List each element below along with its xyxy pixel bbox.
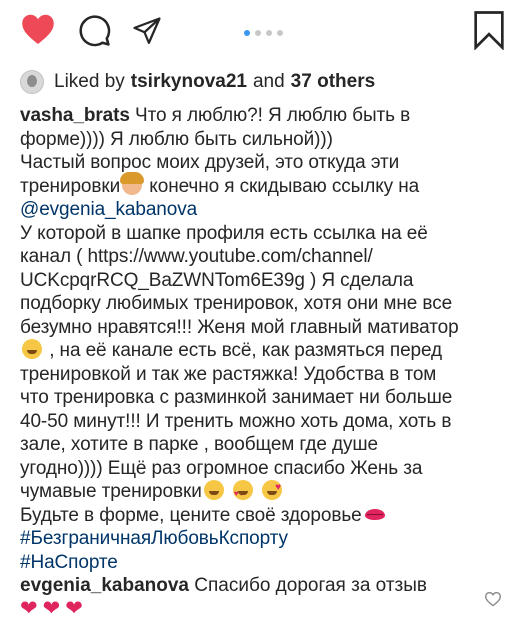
like-button[interactable] <box>20 12 56 51</box>
face-blowing-kiss-emoji-icon <box>262 476 283 500</box>
hashtag-link[interactable]: #НаСпорте <box>20 551 508 575</box>
mention-link[interactable]: @evgenia_kabanova <box>20 198 508 222</box>
caption-text: Будьте в форме, цените своё здоровье <box>20 504 362 526</box>
heart-filled-icon <box>22 14 54 44</box>
avatar[interactable] <box>20 70 44 94</box>
carousel-dot-active <box>244 30 250 36</box>
grinning-face-emoji-icon <box>203 480 224 500</box>
likes-others-count[interactable]: 37 others <box>291 71 375 93</box>
hugging-face-emoji-icon <box>22 339 42 359</box>
caption-text: У которой в шапке профиля есть ссылка на… <box>20 222 428 244</box>
caption-text: Что я люблю?! Я люблю быть в <box>135 105 411 126</box>
heart-eyes-emoji-icon <box>232 480 253 506</box>
bookmark-icon <box>474 11 504 51</box>
caption-text: , на её канале есть всё, как размяться п… <box>49 340 443 361</box>
caption-text: подборку любимых тренировок, хотя они мн… <box>20 293 453 314</box>
carousel-indicator <box>244 30 283 36</box>
comment: evgenia_kabanova Спасибо дорогая за отзы… <box>20 574 508 598</box>
caption-text: UCKcpqrRCQ_BaZWNTom6E39g ) Я сделала <box>20 269 414 291</box>
caption-text: Частый вопрос моих друзей, это откуда эт… <box>20 152 400 173</box>
caption-text: угодно)))) Ещё раз огромное спасибо Жень… <box>20 457 423 479</box>
save-button[interactable] <box>472 10 506 55</box>
likes-prefix: Liked by <box>54 71 125 92</box>
share-button[interactable] <box>132 16 162 51</box>
likes-summary: Liked by tsirkynova21 and 37 others <box>20 68 375 96</box>
kiss-mark-emoji-icon <box>364 504 386 524</box>
comment-hearts: ❤ ❤ ❤ <box>20 598 83 620</box>
caption-text: тренировкой и так же растяжка! Удобства … <box>20 363 437 385</box>
comment-button[interactable] <box>78 14 112 53</box>
carousel-dot <box>255 30 261 36</box>
red-heart-emoji-icon: ❤ <box>20 597 38 620</box>
comment-like-button[interactable] <box>484 591 502 612</box>
caption-text: форме)))) Я люблю быть сильной))) <box>20 128 333 150</box>
caption-text: тренировки <box>20 175 121 197</box>
carousel-dot <box>277 30 283 36</box>
liker-username[interactable]: tsirkynova21 <box>131 71 247 93</box>
caption-text: безумно нравятся!!! Женя мой главный мат… <box>20 316 459 338</box>
carousel-dot <box>266 30 272 36</box>
caption-username[interactable]: vasha_brats <box>20 105 130 126</box>
heart-outline-icon <box>484 591 502 607</box>
likes-connector: and <box>252 71 285 92</box>
red-heart-emoji-icon: ❤ <box>42 597 61 620</box>
post-action-bar <box>0 0 524 64</box>
caption-text: чумавые тренировки <box>20 481 202 502</box>
caption-text: 40-50 минут!!! И тренить можно хоть дома… <box>20 410 452 432</box>
post-caption: vasha_brats Что я люблю?! Я люблю быть в… <box>20 104 508 574</box>
caption-text: канал ( https://www.youtube.com/channel/ <box>20 246 373 267</box>
woman-tipping-hand-emoji-icon <box>120 171 145 195</box>
comment-username[interactable]: evgenia_kabanova <box>20 575 189 596</box>
paper-plane-icon <box>133 17 161 44</box>
caption-text: конечно я скидываю ссылку на <box>149 175 420 197</box>
comment-text: Спасибо дорогая за отзыв <box>194 575 427 596</box>
hashtag-link[interactable]: #БезграничнаяЛюбовьКспорту <box>20 527 508 551</box>
caption-text: зале, хотите в парке , вообщем где душе <box>20 434 379 455</box>
red-heart-emoji-icon: ❤ <box>65 597 83 620</box>
comment-bubble-icon <box>79 15 111 47</box>
caption-text: что тренировка с разминкой занимает ни б… <box>20 387 453 408</box>
